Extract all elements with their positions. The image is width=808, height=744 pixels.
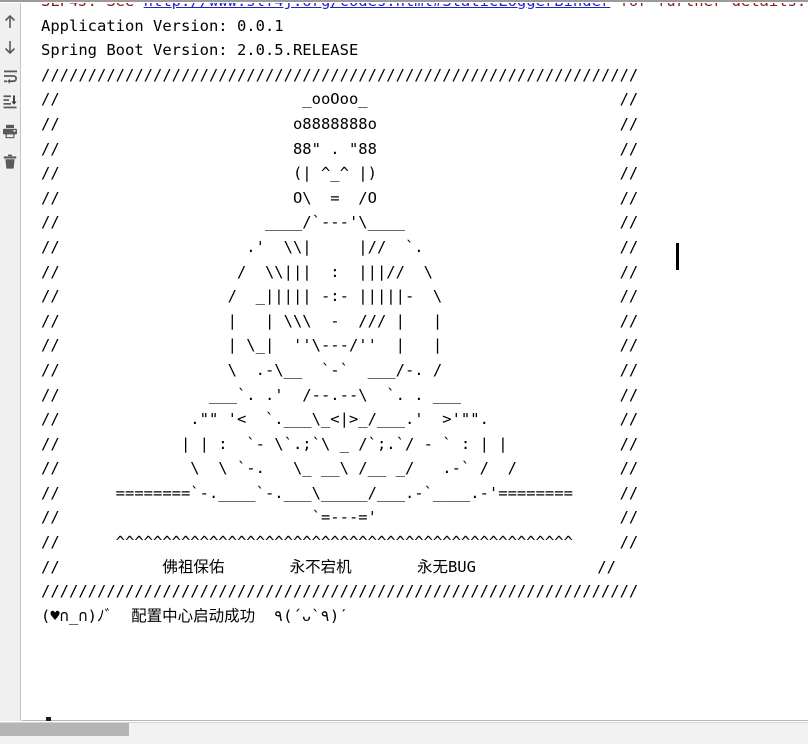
banner-rule-top: ////////////////////////////////////////…: [41, 65, 639, 84]
banner-row-15: // | | : `- \`.;`\ _ /`;.`/ - ` : | | //: [41, 434, 639, 453]
banner-row-09: // / _||||| -:- |||||- \ //: [41, 287, 639, 306]
scroll-to-end-icon[interactable]: [0, 89, 21, 114]
banner-row-08: // / \\||| : |||// \ //: [41, 262, 639, 281]
console-output-area[interactable]: SLF4J: See http://www.slf4j.org/codes.ht…: [22, 3, 808, 721]
text-caret: [676, 243, 679, 270]
banner-row-06: // ____/`---'\____ //: [41, 213, 639, 232]
startup-success-line: (♥∩_∩)ﾉﾞ 配置中心启动成功 ٩(´ᴗ`٩)ˊ: [41, 606, 349, 625]
console-text-segment: SLF4J: See: [41, 3, 144, 10]
horizontal-scrollbar-thumb[interactable]: [0, 723, 129, 736]
banner-row-11: // | \_| ''\---/'' | | //: [41, 336, 639, 355]
arrow-up-icon[interactable]: [0, 9, 21, 34]
arrow-down-icon[interactable]: [0, 34, 21, 59]
app-version-line: Application Version: 0.0.1: [41, 16, 284, 35]
console-bottom-rule: [22, 720, 808, 721]
banner-row-05: // O\ = /O //: [41, 188, 639, 207]
banner-row-17: // ========`-.____`-.___\_____/___.-`___…: [41, 483, 639, 502]
banner-row-04: // (| ^_^ |) //: [41, 164, 639, 183]
console-toolbar: [0, 3, 21, 721]
banner-row-12: // \ .-\__ `-` ___/-. / //: [41, 360, 639, 379]
spring-boot-version-line: Spring Boot Version: 2.0.5.RELEASE: [41, 41, 359, 60]
console-bottom-marker: [46, 717, 51, 721]
print-icon[interactable]: [0, 119, 21, 144]
banner-row-07: // .' \\| |// `. //: [41, 237, 639, 256]
banner-row-03: // 88" . "88 //: [41, 139, 639, 158]
console-link[interactable]: http://www.slf4j.org/codes.html#StaticLo…: [144, 3, 611, 10]
run-console-window: SLF4J: See http://www.slf4j.org/codes.ht…: [0, 0, 808, 744]
banner-blessing-row: // 佛祖保佑 永不宕机 永无BUG //: [41, 557, 616, 576]
slf4j-line: SLF4J: See http://www.slf4j.org/codes.ht…: [41, 3, 806, 14]
banner-row-18: // `=---=' //: [41, 508, 639, 527]
console-text-segment: for further details.: [610, 3, 807, 10]
banner-row-13: // ___`. .' /--.--\ `. . ___ //: [41, 385, 639, 404]
banner-row-02: // o8888888o //: [41, 114, 639, 133]
banner-row-01: // _ooOoo_ //: [41, 90, 639, 109]
banner-rule-bottom: ////////////////////////////////////////…: [41, 582, 639, 601]
banner-row-19: // ^^^^^^^^^^^^^^^^^^^^^^^^^^^^^^^^^^^^^…: [41, 533, 639, 552]
console-lines: SLF4J: See http://www.slf4j.org/codes.ht…: [41, 3, 806, 628]
banner-row-14: // ."" '< `.___\_<|>_/___.' >'"". //: [41, 410, 639, 429]
soft-wrap-icon[interactable]: [0, 64, 21, 89]
banner-row-16: // \ \ `-. \_ __\ /__ _/ .-` / / //: [41, 459, 639, 478]
trash-icon[interactable]: [0, 149, 21, 174]
banner-row-10: // | | \\\ - /// | | //: [41, 311, 639, 330]
